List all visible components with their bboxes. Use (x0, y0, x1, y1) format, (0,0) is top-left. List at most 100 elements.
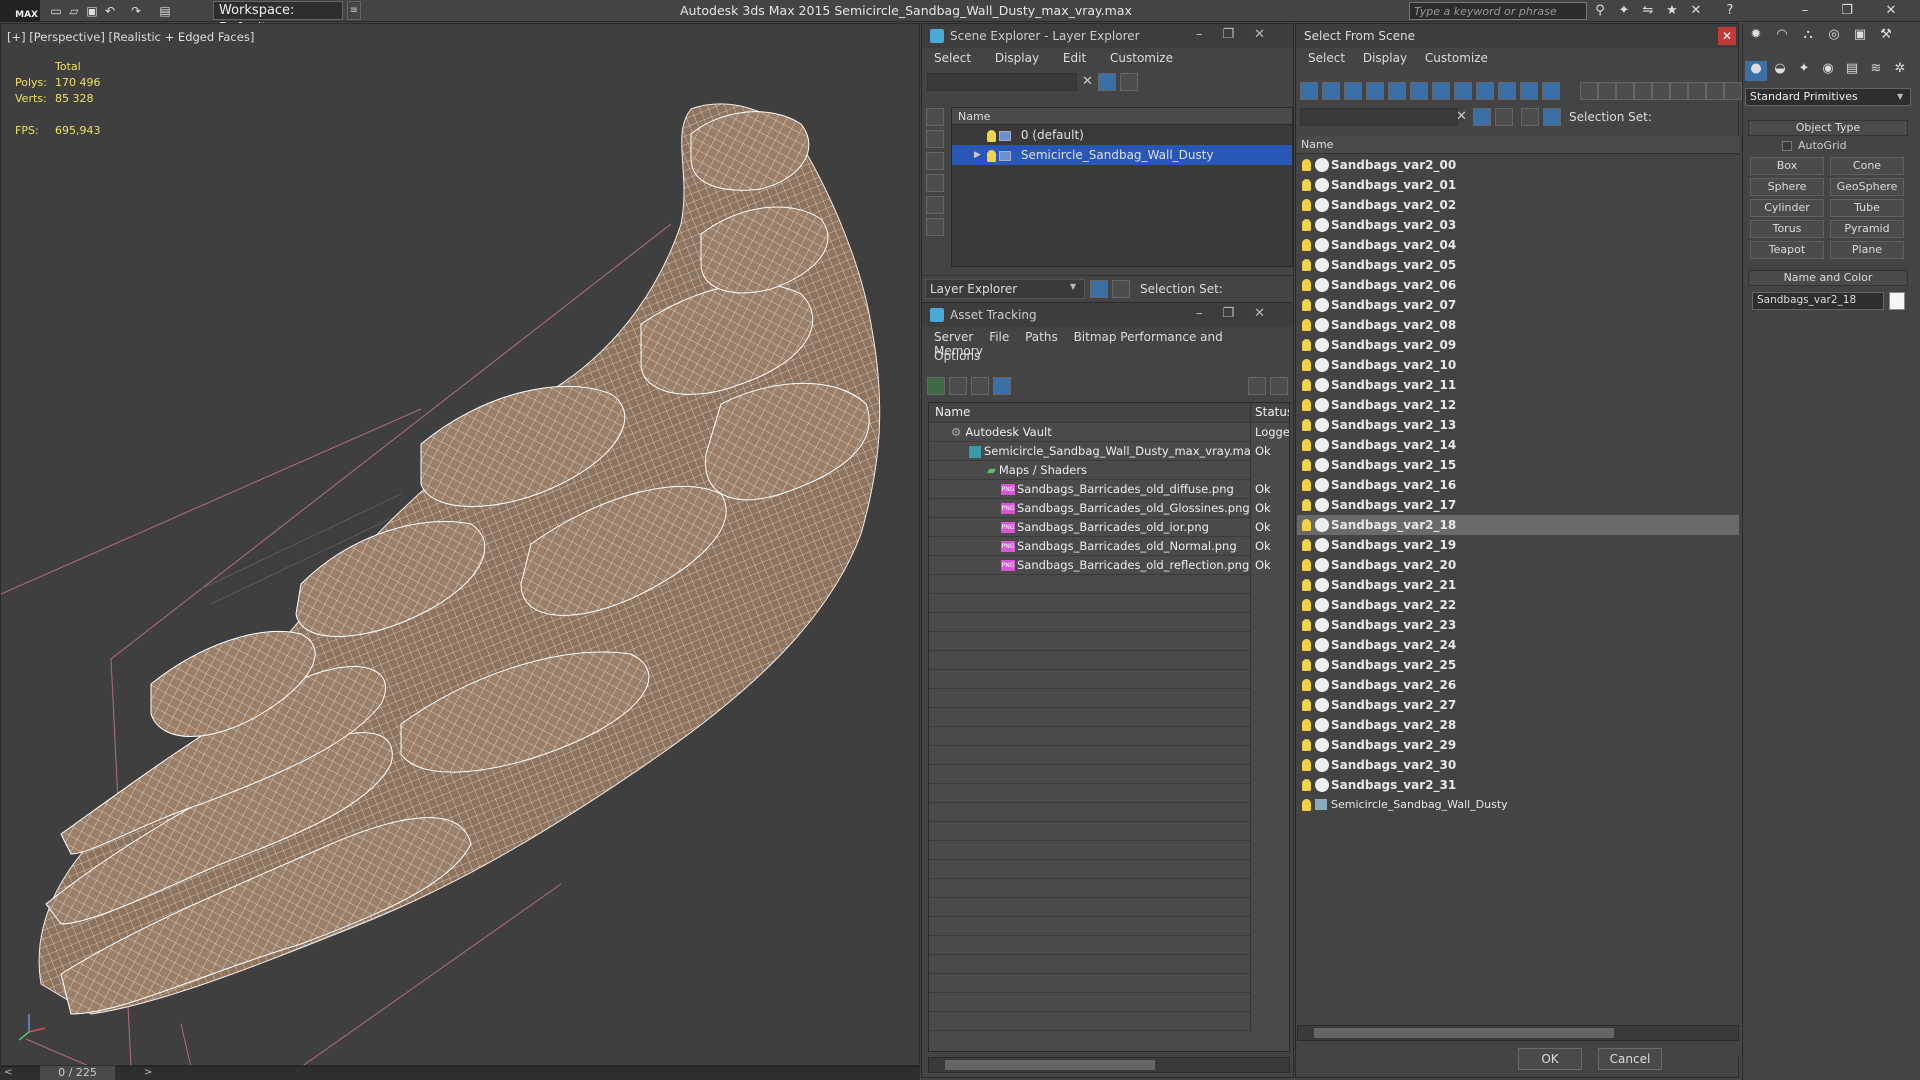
autogrid-checkbox[interactable] (1782, 141, 1792, 151)
light-bulb-icon[interactable] (1302, 499, 1311, 511)
timeline-prev-icon[interactable]: < (4, 1067, 12, 1078)
object-row[interactable]: Sandbags_var2_10 (1297, 355, 1739, 375)
name-and-color-rollout[interactable]: Name and Color (1748, 270, 1908, 286)
settings-icon[interactable] (1270, 377, 1288, 395)
refresh-icon[interactable] (927, 377, 945, 395)
primitive-type-dropdown[interactable]: Standard Primitives (1745, 88, 1911, 106)
select-invert-icon[interactable] (1670, 82, 1688, 100)
asset-tracking-titlebar[interactable]: Asset Tracking –❐✕ (922, 303, 1293, 327)
object-row[interactable]: Sandbags_var2_04 (1297, 235, 1739, 255)
object-row[interactable]: Sandbags_var2_21 (1297, 575, 1739, 595)
explorer-type-dropdown[interactable]: Layer Explorer (925, 279, 1085, 299)
dropdown-arrow-icon[interactable]: ▼ (1897, 92, 1903, 101)
cameras-icon[interactable]: ◉ (1817, 61, 1839, 81)
light-bulb-icon[interactable] (1302, 439, 1311, 451)
shapes-icon[interactable]: ◒ (1769, 61, 1791, 81)
object-type-rollout[interactable]: Object Type (1748, 120, 1908, 136)
light-bulb-icon[interactable] (1302, 759, 1311, 771)
timeline-next-icon[interactable]: > (144, 1067, 152, 1078)
light-bulb-icon[interactable] (1302, 639, 1311, 651)
menu-display[interactable]: Display (995, 51, 1039, 65)
window-controls[interactable]: –❐✕ (1196, 27, 1285, 42)
time-slider[interactable]: 0 / 225 (40, 1066, 115, 1080)
object-row[interactable]: Sandbags_var2_17 (1297, 495, 1739, 515)
object-color-swatch[interactable] (1889, 292, 1905, 310)
object-row[interactable]: Sandbags_var2_24 (1297, 635, 1739, 655)
layer-filter-icon[interactable] (1120, 73, 1138, 91)
object-row[interactable]: Sandbags_var2_14 (1297, 435, 1739, 455)
window-controls[interactable]: –❐✕ (1196, 306, 1285, 321)
containers-filter-icon[interactable] (1498, 82, 1516, 100)
primitive-geosphere-button[interactable]: GeoSphere (1830, 178, 1904, 196)
column-status[interactable]: Status (1250, 403, 1289, 422)
menu-options[interactable]: Options (934, 349, 980, 363)
layer-filter-icon[interactable] (1495, 108, 1513, 126)
select-none-icon[interactable] (1652, 82, 1670, 100)
scrollbar-thumb[interactable] (945, 1060, 1155, 1070)
ok-button[interactable]: OK (1518, 1048, 1582, 1070)
menu-select[interactable]: Select (1308, 51, 1345, 65)
object-row[interactable]: Sandbags_var2_28 (1297, 715, 1739, 735)
light-bulb-icon[interactable] (987, 129, 996, 142)
layer-row[interactable]: Semicircle_Sandbag_Wall_Dusty (1297, 795, 1739, 815)
display-lights-icon[interactable] (926, 152, 944, 170)
display-all-icon[interactable] (1580, 82, 1598, 100)
close-icon[interactable]: ✕ (1718, 27, 1736, 45)
timeline-bar[interactable]: < > (0, 1066, 920, 1080)
new-file-icon[interactable]: ▭ (48, 3, 64, 19)
table-view-icon[interactable] (993, 377, 1011, 395)
redo-icon[interactable]: ↷ (128, 3, 144, 19)
display-geometry-icon[interactable] (926, 108, 944, 126)
bones-filter-icon[interactable] (1476, 82, 1494, 100)
light-bulb-icon[interactable] (1302, 359, 1311, 371)
app-logo[interactable]: MAX (0, 0, 40, 22)
hierarchy-tab-icon[interactable]: ⛬ (1797, 27, 1819, 47)
object-row[interactable]: Sandbags_var2_19 (1297, 535, 1739, 555)
light-bulb-icon[interactable] (1302, 659, 1311, 671)
light-bulb-icon[interactable] (1302, 599, 1311, 611)
object-row[interactable]: Sandbags_var2_07 (1297, 295, 1739, 315)
display-cameras-icon[interactable] (926, 174, 944, 192)
object-row[interactable]: Sandbags_var2_18 (1297, 515, 1739, 535)
open-file-icon[interactable]: ▱ (66, 3, 82, 19)
object-row[interactable]: Sandbags_var2_11 (1297, 375, 1739, 395)
perspective-viewport[interactable]: [+] [Perspective] [Realistic + Edged Fac… (0, 23, 920, 1066)
sort-filter-icon[interactable] (1688, 82, 1706, 100)
light-bulb-icon[interactable] (1302, 339, 1311, 351)
object-horizontal-scrollbar[interactable] (1297, 1025, 1739, 1041)
light-bulb-icon[interactable] (1302, 559, 1311, 571)
light-bulb-icon[interactable] (1302, 699, 1311, 711)
sort-list-icon[interactable] (1706, 82, 1724, 100)
asset-row[interactable]: ▰ Maps / Shaders (929, 461, 1289, 480)
light-bulb-icon[interactable] (1302, 619, 1311, 631)
light-bulb-icon[interactable] (1302, 319, 1311, 331)
motion-tab-icon[interactable]: ◎ (1823, 27, 1845, 47)
frozen-filter-icon[interactable] (1520, 82, 1538, 100)
lights-filter-icon[interactable] (1344, 82, 1362, 100)
asset-row[interactable]: PNG Sandbags_Barricades_old_ior.png Ok (929, 518, 1289, 537)
light-bulb-icon[interactable] (1302, 779, 1311, 791)
groups-filter-icon[interactable] (1432, 82, 1450, 100)
close-icon[interactable]: ✕ (1876, 0, 1906, 22)
light-bulb-icon[interactable] (1302, 579, 1311, 591)
column-name[interactable]: Name (952, 108, 1292, 125)
light-bulb-icon[interactable] (1302, 219, 1311, 231)
object-row[interactable]: Sandbags_var2_08 (1297, 315, 1739, 335)
object-search-input[interactable] (1300, 108, 1458, 126)
scrollbar-thumb[interactable] (1314, 1028, 1614, 1038)
cancel-button[interactable]: Cancel (1598, 1048, 1662, 1070)
viewport-label[interactable]: [+] [Perspective] [Realistic + Edged Fac… (7, 30, 254, 44)
object-row[interactable]: Sandbags_var2_16 (1297, 475, 1739, 495)
help-icon[interactable]: ? (1722, 3, 1738, 19)
minimize-icon[interactable]: – (1790, 0, 1820, 22)
light-bulb-icon[interactable] (1302, 179, 1311, 191)
light-bulb-icon[interactable] (1302, 379, 1311, 391)
undo-icon[interactable]: ↶ (102, 3, 118, 19)
object-row[interactable]: Sandbags_var2_31 (1297, 775, 1739, 795)
workspace-dropdown[interactable]: Workspace: Default (213, 1, 343, 36)
modify-tab-icon[interactable]: ◠ (1771, 27, 1793, 47)
workspace-menu-icon[interactable]: ≡ (347, 1, 361, 20)
asset-row[interactable]: PNG Sandbags_Barricades_old_Normal.png Ok (929, 537, 1289, 556)
column-name[interactable]: Name (929, 405, 970, 419)
spacewarps-icon[interactable]: ≋ (1865, 61, 1887, 81)
